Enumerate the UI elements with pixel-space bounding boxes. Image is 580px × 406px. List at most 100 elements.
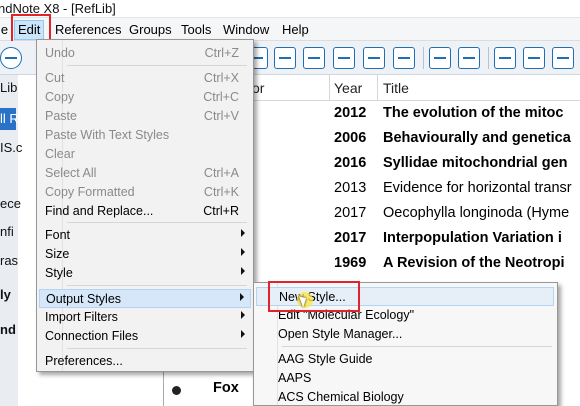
menu-item-label: Clear — [45, 147, 75, 161]
column-title[interactable]: Title — [383, 80, 409, 96]
menu-item-copy-formatted[interactable]: Copy Formatted Ctrl+K — [39, 183, 251, 202]
menu-item-label: Select All — [45, 166, 97, 180]
submenu-item-open-style-manager[interactable]: Open Style Manager... — [256, 325, 554, 344]
menu-window[interactable]: Window — [223, 21, 269, 39]
new-style-highlight-box — [268, 281, 360, 312]
submenu-item-label: ACS Chemical Biology — [278, 390, 404, 404]
menu-item-label: Copy — [45, 90, 75, 104]
menu-separator — [67, 65, 247, 66]
submenu-arrow-icon — [241, 248, 245, 256]
menu-item-style[interactable]: Style — [39, 264, 251, 283]
online-search-icon[interactable] — [303, 47, 325, 69]
shortcut-text: Ctrl+K — [203, 185, 239, 199]
cell-title: Interpopulation Variation i — [383, 230, 562, 246]
download-icon[interactable] — [333, 47, 355, 69]
cell-title: Evidence for horizontal transr — [383, 180, 572, 196]
shortcut-text: Ctrl+V — [203, 109, 239, 123]
column-divider[interactable] — [329, 75, 330, 101]
menu-item-undo[interactable]: Undo Ctrl+Z — [39, 44, 251, 63]
title-bar: ndNote X8 - [RefLib] — [0, 0, 580, 18]
menu-item-label: Cut — [45, 71, 65, 85]
menu-item-label: Font — [45, 228, 71, 242]
left-pane-fragment[interactable]: nd — [0, 322, 16, 337]
cell-title: The evolution of the mitoc — [383, 105, 564, 121]
shortcut-text: Ctrl+A — [203, 166, 239, 180]
submenu-arrow-icon — [241, 267, 245, 275]
menu-item-cut[interactable]: Cut Ctrl+X — [39, 69, 251, 88]
menu-item-paste-with-text-styles[interactable]: Paste With Text Styles — [39, 126, 251, 145]
shortcut-text: Ctrl+Z — [204, 46, 239, 60]
menu-item-label: Find and Replace... — [45, 204, 154, 218]
new-reference-icon[interactable] — [274, 47, 296, 69]
column-year[interactable]: Year — [334, 80, 362, 96]
link-icon[interactable] — [429, 47, 451, 69]
edit-menu: Undo Ctrl+Z Cut Ctrl+X Copy Ctrl+C Paste Ctrl+V… — [36, 39, 254, 372]
menu-item-label: Paste — [45, 109, 77, 123]
cell-year: 1969 — [334, 255, 367, 271]
menu-item-find-and-replace[interactable]: Find and Replace... Ctrl+R — [39, 202, 251, 221]
menu-bar: le Edit References Groups Tools Window H… — [0, 18, 580, 41]
find-full-text-icon[interactable] — [393, 47, 415, 69]
menu-item-label: Connection Files — [45, 329, 139, 343]
submenu-arrow-icon — [240, 293, 244, 301]
menu-separator — [67, 285, 247, 286]
menu-separator — [67, 348, 247, 349]
menu-item-paste[interactable]: Paste Ctrl+V — [39, 107, 251, 126]
cell-year: 2017 — [334, 230, 367, 246]
submenu-item-label: AAG Style Guide — [278, 352, 373, 366]
left-pane-fragment[interactable]: IS.c — [0, 140, 22, 155]
submenu-item-acs-chemical-biology[interactable]: ACS Chemical Biology — [256, 388, 554, 406]
submenu-item-aaps[interactable]: AAPS — [256, 369, 554, 388]
left-pane-fragment[interactable]: ly — [0, 287, 11, 302]
menu-item-label: Output Styles — [46, 292, 122, 306]
menu-separator — [282, 346, 552, 347]
cell-year: 2016 — [334, 155, 367, 171]
menu-groups[interactable]: Groups — [129, 21, 172, 39]
open-file-icon[interactable] — [458, 47, 480, 69]
menu-item-label: Undo — [45, 46, 75, 60]
menu-item-size[interactable]: Size — [39, 245, 251, 264]
menu-item-label: Paste With Text Styles — [45, 128, 170, 142]
menu-item-label: Style — [45, 266, 73, 280]
menu-item-output-styles[interactable]: Output Styles — [39, 289, 251, 308]
cell-year: 2017 — [334, 205, 367, 221]
left-pane-fragment[interactable]: nfi — [0, 224, 14, 239]
submenu-item-label: Open Style Manager... — [278, 327, 403, 341]
menu-item-select-all[interactable]: Select All Ctrl+A — [39, 164, 251, 183]
export-icon[interactable] — [363, 47, 385, 69]
word-icon[interactable] — [552, 47, 574, 69]
menu-item-font[interactable]: Font — [39, 226, 251, 245]
submenu-arrow-icon — [241, 311, 245, 319]
menu-item-label: Size — [45, 247, 70, 261]
menu-file[interactable]: le — [0, 21, 8, 39]
menu-help[interactable]: Help — [282, 21, 309, 39]
left-pane-fragment: Lib — [0, 80, 18, 95]
format-paper-icon[interactable] — [523, 47, 545, 69]
left-pane-fragment[interactable]: ll R — [0, 111, 19, 126]
menu-item-preferences[interactable]: Preferences... — [39, 352, 251, 371]
left-pane-fragment[interactable]: ras — [0, 253, 18, 268]
submenu-arrow-icon — [241, 229, 245, 237]
globe-icon[interactable] — [0, 47, 22, 69]
menu-item-import-filters[interactable]: Import Filters — [39, 308, 251, 327]
shortcut-text: Ctrl+X — [203, 71, 239, 85]
left-pane-fragment[interactable]: ece — [0, 196, 21, 211]
submenu-arrow-icon — [241, 330, 245, 338]
menu-item-copy[interactable]: Copy Ctrl+C — [39, 88, 251, 107]
menu-item-clear[interactable]: Clear — [39, 145, 251, 164]
submenu-item-aag-style-guide[interactable]: AAG Style Guide — [256, 350, 554, 369]
menu-item-connection-files[interactable]: Connection Files — [39, 327, 251, 346]
menu-separator — [67, 222, 247, 223]
menu-tools[interactable]: Tools — [181, 21, 211, 39]
column-divider[interactable] — [377, 75, 378, 101]
cell-title: Syllidae mitochondrial gen — [383, 155, 568, 171]
menu-references[interactable]: References — [55, 21, 121, 39]
cell-year: 2006 — [334, 130, 367, 146]
cell-year: 2013 — [334, 180, 367, 196]
toolbar-divider — [488, 47, 489, 69]
read-status-dot-icon — [172, 386, 181, 395]
menu-item-label: Copy Formatted — [45, 185, 135, 199]
quote-icon[interactable] — [494, 47, 516, 69]
shortcut-text: Ctrl+R — [203, 204, 239, 218]
cell-title: A Revision of the Neotropi — [383, 255, 565, 271]
